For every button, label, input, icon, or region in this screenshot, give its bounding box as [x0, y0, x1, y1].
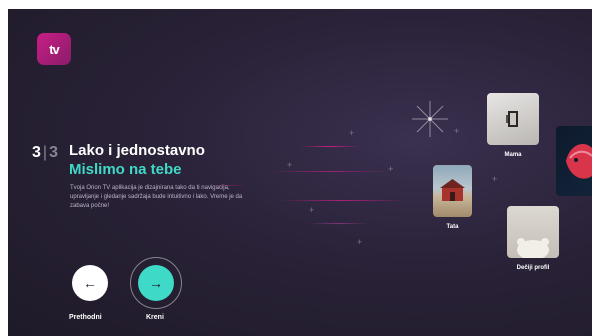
- star-burst-icon: [412, 101, 448, 137]
- sparkle-icon: +: [492, 174, 498, 184]
- decor-streak: [300, 146, 360, 147]
- step-separator: |: [42, 144, 48, 161]
- arrow-right-icon: →: [149, 275, 163, 291]
- onboarding-description: Tvoja Orion TV aplikacija je dizajnirana…: [70, 185, 243, 209]
- sparkle-icon: +: [309, 205, 315, 215]
- next-button[interactable]: →: [138, 265, 174, 301]
- previous-button[interactable]: ←: [72, 265, 108, 301]
- profile-card-partial[interactable]: [556, 126, 592, 196]
- sparkle-icon: +: [287, 160, 293, 170]
- profile-label-deciji: Dečiji profil: [516, 265, 550, 271]
- profile-card-tata[interactable]: [433, 165, 472, 217]
- app-logo: tv: [37, 33, 71, 65]
- profile-card-mama[interactable]: [487, 93, 539, 145]
- sparkle-icon: +: [388, 164, 394, 174]
- step-total: 3: [49, 144, 58, 161]
- arrow-left-icon: ←: [83, 275, 97, 291]
- profile-image: [517, 238, 549, 258]
- decor-streak: [270, 171, 390, 172]
- step-current: 3: [32, 144, 41, 161]
- profile-image: [566, 144, 592, 179]
- decor-streak: [308, 223, 368, 224]
- step-indicator: 3 | 3: [32, 144, 58, 162]
- sparkle-icon: +: [357, 237, 363, 247]
- onboarding-title: Lako i jednostavno: [69, 142, 205, 159]
- sparkle-icon: +: [349, 128, 355, 138]
- decor-streak: [278, 200, 408, 201]
- sparkle-icon: +: [454, 126, 460, 136]
- tv-logo-icon: tv: [49, 41, 60, 57]
- profile-label-mama: Mama: [504, 152, 522, 158]
- profile-card-deciji[interactable]: [507, 206, 559, 258]
- onboarding-screen: tv + + + + + + + 3 | 3 Lako i jednostavno …: [8, 9, 592, 336]
- profile-image: [506, 111, 518, 127]
- profile-label-tata: Tata: [446, 224, 459, 230]
- next-label: Kreni: [146, 314, 164, 321]
- profile-image: [440, 179, 465, 201]
- onboarding-subtitle: Mislimo na tebe: [69, 161, 182, 178]
- previous-label: Prethodni: [69, 314, 102, 321]
